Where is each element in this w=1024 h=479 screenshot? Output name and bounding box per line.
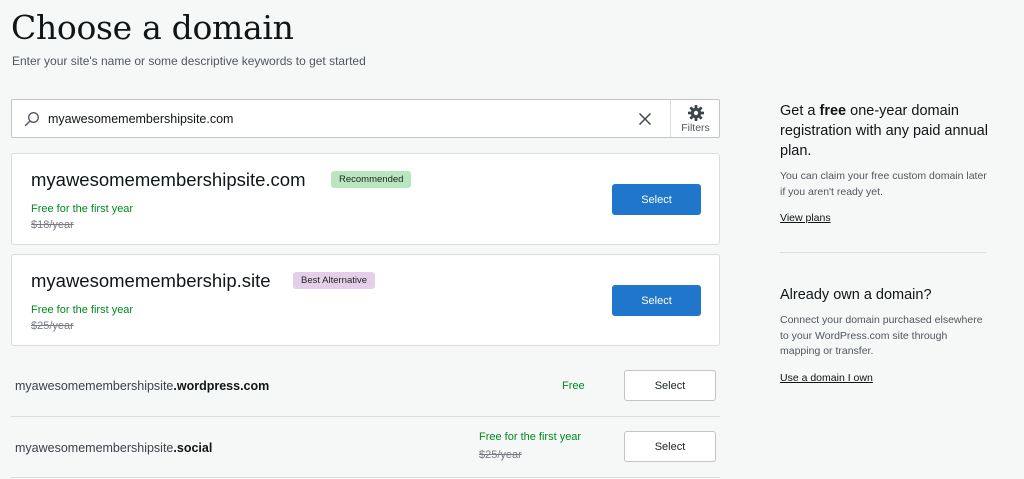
domain-name: myawesomemembershipsite.com: [31, 169, 306, 190]
price-note: Free for the first year: [479, 431, 582, 443]
promo-body: You can claim your free custom domain la…: [780, 170, 987, 198]
original-price: $18/year: [31, 219, 74, 231]
featured-domain-card: myawesomemembership.site Best Alternativ…: [11, 254, 720, 346]
close-icon[interactable]: [636, 110, 654, 128]
domain-base: myawesomemembershipsite: [15, 379, 174, 393]
own-domain-section: Already own a domain? Connect your domai…: [780, 285, 990, 386]
domain-search-bar[interactable]: myawesomemembershipsite.com Filters: [11, 99, 720, 138]
search-icon: [24, 111, 40, 127]
own-domain-title: Already own a domain?: [780, 287, 932, 303]
select-button[interactable]: Select: [624, 370, 716, 401]
search-input[interactable]: myawesomemembershipsite.com: [48, 112, 233, 126]
page-title: Choose a domain: [11, 8, 294, 47]
select-button[interactable]: Select: [612, 184, 701, 215]
price-note: Free for the first year: [31, 203, 134, 215]
price-note: Free: [562, 380, 585, 392]
select-button[interactable]: Select: [624, 431, 716, 462]
select-button[interactable]: Select: [612, 285, 701, 316]
recommended-badge: Recommended: [331, 171, 412, 188]
price-note: Free for the first year: [31, 304, 134, 316]
domain-tld: .social: [173, 441, 213, 455]
domain-name: myawesomemembership.site: [31, 270, 271, 291]
sidebar-divider: [780, 252, 986, 253]
original-price: $25/year: [31, 320, 74, 332]
use-own-domain-link[interactable]: Use a domain I own: [780, 372, 873, 384]
view-plans-link[interactable]: View plans: [780, 212, 831, 224]
filters-button[interactable]: Filters: [670, 100, 720, 137]
promo-title-bold: free: [819, 103, 847, 119]
domain-name: myawesomemembershipsite.social: [15, 441, 212, 455]
promo-title-pre: Get a: [780, 103, 820, 119]
best-alternative-badge: Best Alternative: [293, 272, 376, 289]
featured-domain-card: myawesomemembershipsite.com Recommended …: [11, 153, 720, 245]
domain-result-row: myawesomemembershipsite.wordpress.com Fr…: [11, 356, 720, 417]
domain-name: myawesomemembershipsite.wordpress.com: [15, 379, 269, 393]
original-price: $25/year: [479, 449, 522, 461]
domain-tld: .wordpress.com: [173, 379, 270, 393]
promo-title: Get a free one-year domain registration …: [780, 101, 990, 161]
own-domain-body: Connect your domain purchased elsewhere …: [780, 314, 983, 357]
free-domain-promo: Get a free one-year domain registration …: [780, 101, 990, 226]
gear-icon: [688, 105, 704, 121]
page-subtitle: Enter your site's name or some descripti…: [12, 54, 366, 68]
filters-label: Filters: [681, 122, 710, 134]
domain-base: myawesomemembershipsite: [15, 441, 174, 455]
domain-result-row: myawesomemembershipsite.social Free for …: [11, 417, 720, 478]
